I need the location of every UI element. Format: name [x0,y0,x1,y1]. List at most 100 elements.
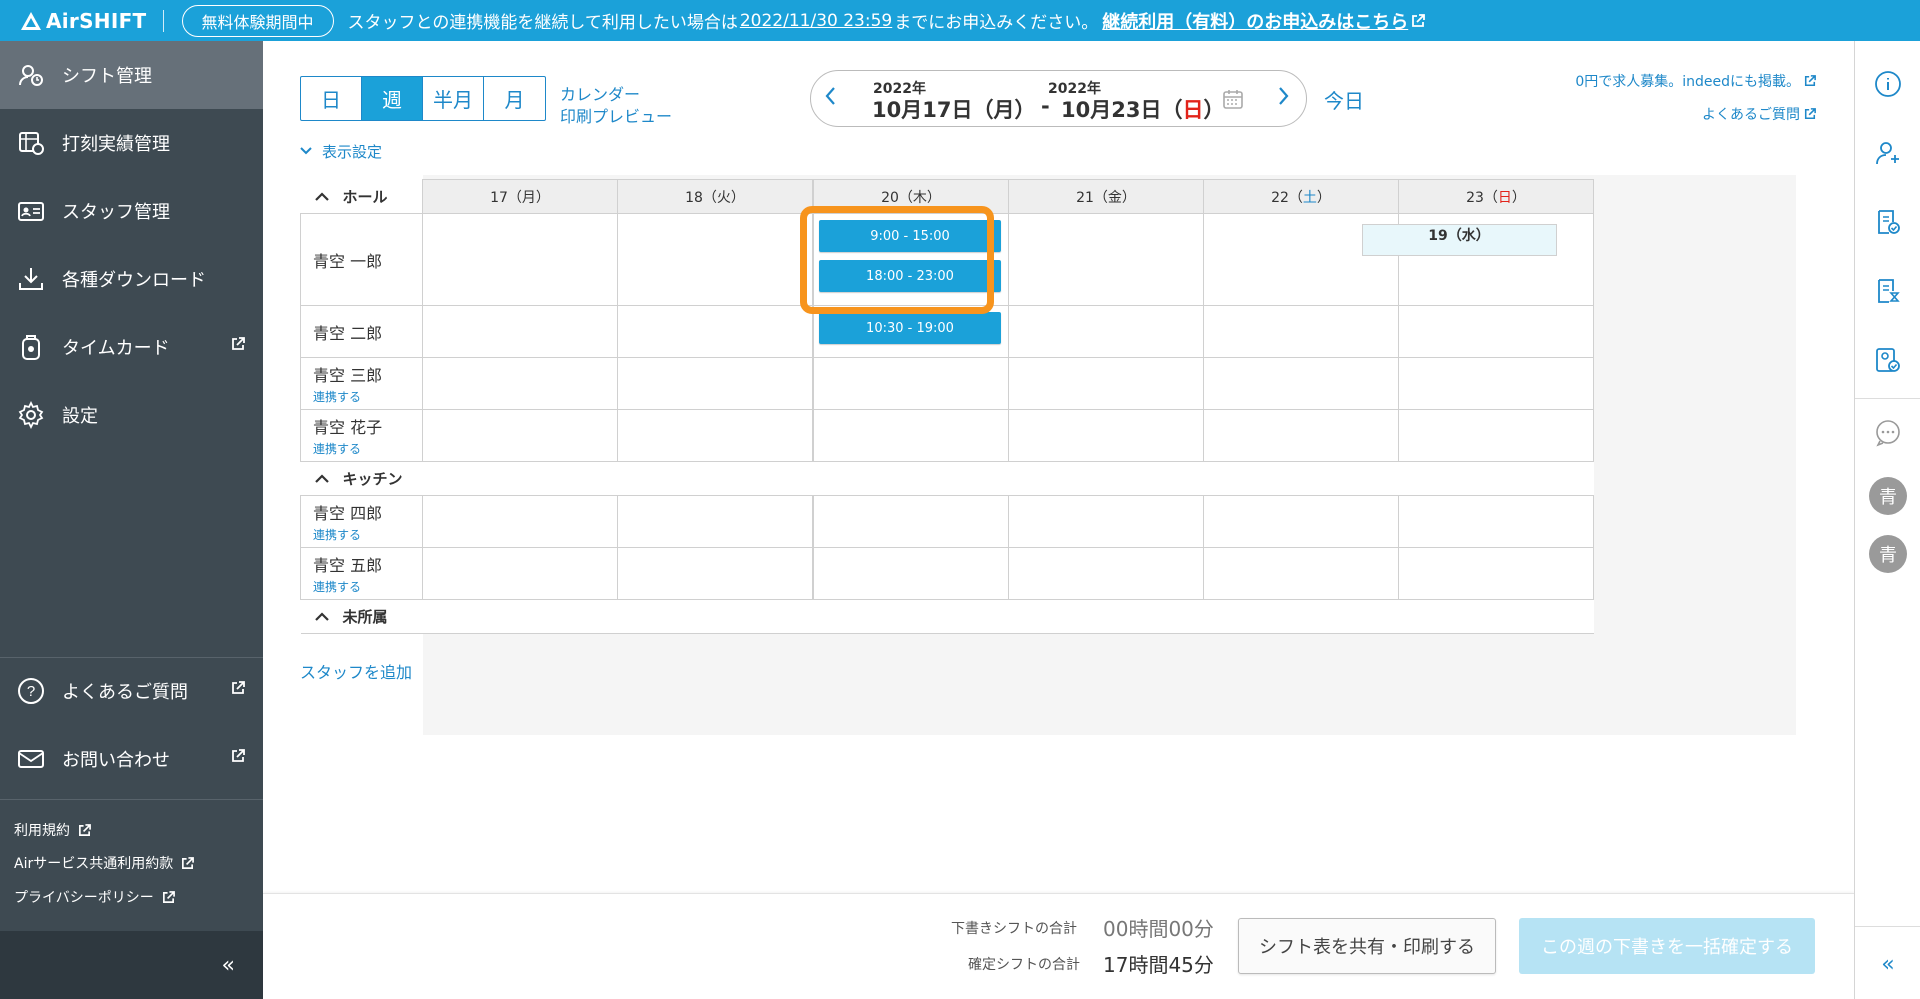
connect-link[interactable]: 連携する [313,440,422,457]
shift-cell[interactable] [1203,409,1399,462]
day-of-week: 月 [521,189,536,206]
shift-cell[interactable] [813,547,1009,600]
group-header-hall[interactable]: ホール [300,179,423,214]
shift-cell[interactable] [1008,357,1204,410]
view-day-button[interactable]: 日 [301,77,362,120]
document-check-icon[interactable] [1872,206,1904,238]
staff-name-cell[interactable]: 青空 一郎 [300,213,423,306]
connect-link[interactable]: 連携する [313,388,422,405]
day-header: 18（火） [617,179,813,214]
add-staff-link[interactable]: スタッフを追加 [300,659,412,683]
sidebar-item-download[interactable]: 各種ダウンロード [0,245,263,313]
shift-cell[interactable] [422,547,618,600]
display-settings-toggle[interactable]: 表示設定 [300,141,382,162]
shift-cell[interactable] [1398,547,1594,600]
shift-cell[interactable] [617,495,813,548]
staff-name-cell[interactable]: 青空 三郎 連携する [300,357,423,410]
shift-cell[interactable] [1398,495,1594,548]
sidebar-item-help[interactable]: ? よくあるご質問 [0,657,263,725]
today-button[interactable]: 今日 [1324,85,1364,114]
shift-cell[interactable] [1203,305,1399,358]
shift-cell[interactable] [617,213,813,306]
airshift-logo[interactable]: AirSHIFT [20,9,147,33]
continue-subscription-link[interactable]: 継続利用（有料）のお申込みはこちら [1102,8,1426,34]
document-hourglass-icon[interactable] [1872,275,1904,307]
shift-cell[interactable] [813,409,1009,462]
shift-cell[interactable] [1008,495,1204,548]
terms-link[interactable]: 利用規約 [14,820,91,840]
staff-name-cell[interactable]: 青空 四郎 連携する [300,495,423,548]
collapse-chevron-icon: « [1881,951,1895,977]
draft-total-label: 下書きシフトの合計 [951,921,1077,937]
collapse-rail-button[interactable]: « [1855,929,1920,999]
staff-name-cell[interactable]: 青空 花子 連携する [300,409,423,462]
table-row: 青空 四郎 連携する [300,495,1594,548]
staff-name-cell[interactable]: 青空 五郎 連携する [300,547,423,600]
shift-cell[interactable] [422,409,618,462]
view-halfmonth-button[interactable]: 半月 [423,77,484,120]
shift-cell[interactable] [1203,357,1399,410]
day-header: 23（日） [1398,179,1594,214]
shift-cell[interactable] [1203,547,1399,600]
sidebar-item-settings[interactable]: 設定 [0,381,263,449]
recruit-link[interactable]: 0円で求人募集。indeedにも掲載。 [1575,71,1816,91]
share-print-button[interactable]: シフト表を共有・印刷する [1238,918,1496,974]
shift-cell[interactable] [1398,409,1594,462]
shift-cell[interactable] [617,409,813,462]
shift-cell[interactable] [617,305,813,358]
add-user-icon[interactable] [1872,137,1904,169]
group-header-kitchen[interactable]: キッチン [300,461,1594,496]
chat-icon[interactable] [1872,417,1904,449]
shift-block[interactable]: 10:30 - 19:00 [819,312,1001,344]
calendar-link[interactable]: カレンダー [560,81,640,105]
connect-link[interactable]: 連携する [313,526,422,543]
prev-week-button[interactable] [823,85,837,113]
user-check-icon[interactable] [1872,344,1904,376]
avatar[interactable]: 青 [1869,477,1907,515]
shift-cell[interactable] [422,357,618,410]
display-settings-label: 表示設定 [322,143,383,161]
day-header: 17（月） [422,179,618,214]
sidebar-item-contact[interactable]: お問い合わせ [0,725,263,793]
staff-name-cell[interactable]: 青空 二郎 [300,305,423,358]
sidebar-item-timecard[interactable]: タイムカード [0,313,263,381]
shift-cell[interactable] [1008,547,1204,600]
air-terms-link[interactable]: Airサービス共通利用約款 [14,853,195,873]
logo-icon [21,11,41,30]
shift-cell[interactable] [1008,213,1204,306]
collapse-sidebar-button[interactable]: « [0,931,263,999]
shift-cell[interactable] [617,547,813,600]
external-link-icon [182,856,195,869]
shift-cell[interactable] [1398,305,1594,358]
confirm-week-drafts-button[interactable]: この週の下書きを一括確定する [1519,918,1815,974]
staff-name: 青空 五郎 [313,556,383,575]
group-header-unassigned[interactable]: 未所属 [300,599,1594,634]
shift-cell[interactable] [422,213,618,306]
sidebar-item-staff[interactable]: スタッフ管理 [0,177,263,245]
shift-cell[interactable] [617,357,813,410]
shift-cell[interactable] [422,305,618,358]
trial-badge: 無料体験期間中 [181,4,334,37]
group-name: キッチン [342,470,403,488]
shift-cell[interactable] [1008,305,1204,358]
connect-link[interactable]: 連携する [313,578,422,595]
shift-cell[interactable] [813,495,1009,548]
shift-cell[interactable] [1008,409,1204,462]
info-icon[interactable] [1872,68,1904,100]
sidebar-item-timecard-record[interactable]: 打刻実績管理 [0,109,263,177]
print-preview-link[interactable]: 印刷プレビュー [560,103,672,127]
next-week-button[interactable] [1277,85,1291,113]
shift-cell[interactable] [1203,495,1399,548]
sidebar-item-shift[interactable]: シフト管理 [0,41,263,109]
shift-cell[interactable] [422,495,618,548]
calendar-icon[interactable] [1222,88,1244,114]
view-month-button[interactable]: 月 [484,77,545,120]
shift-cell[interactable] [813,357,1009,410]
avatar[interactable]: 青 [1869,535,1907,573]
range-end-date: 10月23日（日） [1061,94,1224,124]
faq-link[interactable]: よくあるご質問 [1702,104,1816,124]
shift-cell[interactable] [1398,357,1594,410]
privacy-link[interactable]: プライバシーポリシー [14,887,175,907]
timecard-record-icon [16,128,46,158]
view-week-button[interactable]: 週 [362,77,423,120]
